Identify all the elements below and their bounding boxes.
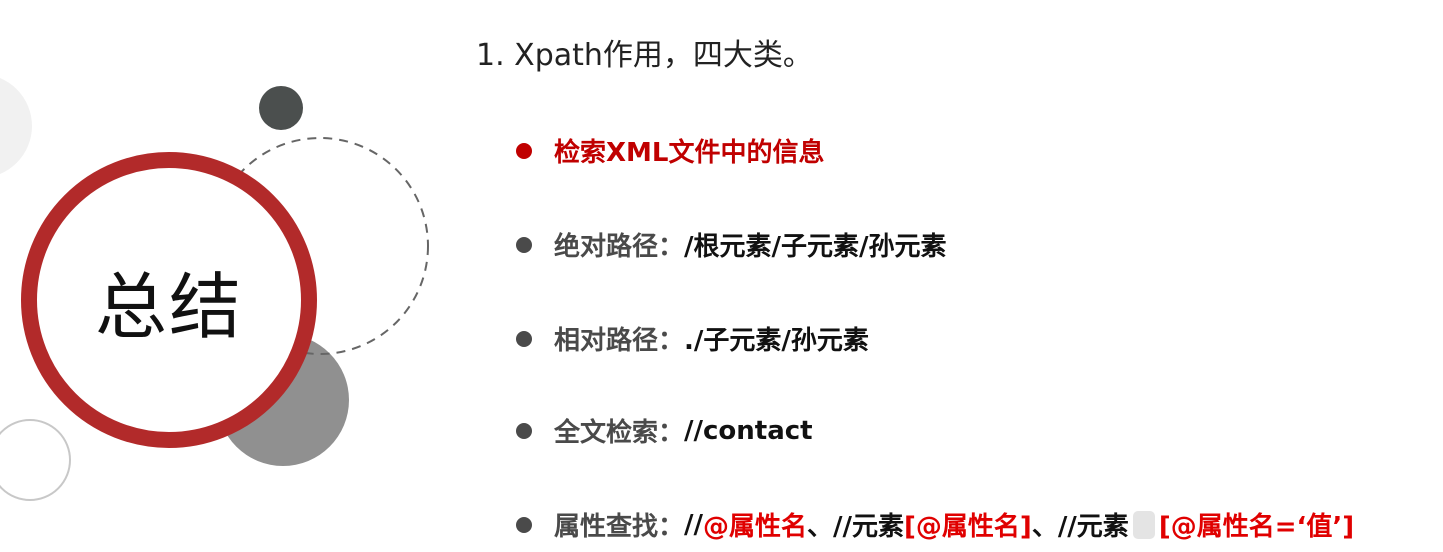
- bullet-label: 全文检索：: [554, 418, 685, 448]
- bullet-label: 相对路径：: [554, 326, 685, 356]
- bullet-label: 检索XML文件中的信息: [554, 138, 825, 168]
- bullet-dot: [516, 516, 532, 533]
- bullet-item-attribute-search: 属性查找： // @属性名 、//元素 [@属性名] 、//元素 [@属性名=‘…: [516, 506, 1354, 543]
- slide: 总结 1. Xpath作用，四大类。 检索XML文件中的信息 绝对路径： /根元…: [0, 0, 1443, 552]
- bullet-item-retrieve: 检索XML文件中的信息: [516, 132, 825, 169]
- bullet-dot: [516, 422, 532, 439]
- bullet-part-highlight: [@属性名=‘值’]: [1158, 512, 1355, 542]
- light-gray-circle: [0, 78, 32, 174]
- bullet-part-highlight: @属性名: [703, 512, 808, 542]
- dark-circle: [259, 86, 303, 130]
- bullet-value: //contact: [684, 415, 813, 446]
- bullet-label: 绝对路径：: [554, 232, 685, 262]
- bullet-item-absolute-path: 绝对路径： /根元素/子元素/孙元素: [516, 226, 947, 263]
- bullet-part: 、//元素: [807, 512, 905, 542]
- bullet-part: 、//元素: [1031, 512, 1129, 542]
- bullet-value: /根元素/子元素/孙元素: [684, 232, 947, 262]
- bullet-part: //: [684, 509, 704, 540]
- bullet-dot: [516, 330, 532, 347]
- outline-circle: [0, 419, 71, 501]
- slide-heading: 1. Xpath作用，四大类。: [476, 38, 813, 73]
- bullet-dot: [516, 236, 532, 253]
- bullet-item-fulltext-search: 全文检索： //contact: [516, 412, 813, 449]
- bullet-part-highlight: [@属性名]: [904, 512, 1032, 542]
- cursor-smudge: [1132, 510, 1155, 539]
- bullet-item-relative-path: 相对路径： ./子元素/孙元素: [516, 320, 869, 357]
- bullet-label: 属性查找：: [554, 512, 685, 542]
- bullet-dot: [516, 142, 532, 159]
- bullet-value: ./子元素/孙元素: [684, 326, 869, 356]
- summary-title: 总结: [94, 264, 243, 349]
